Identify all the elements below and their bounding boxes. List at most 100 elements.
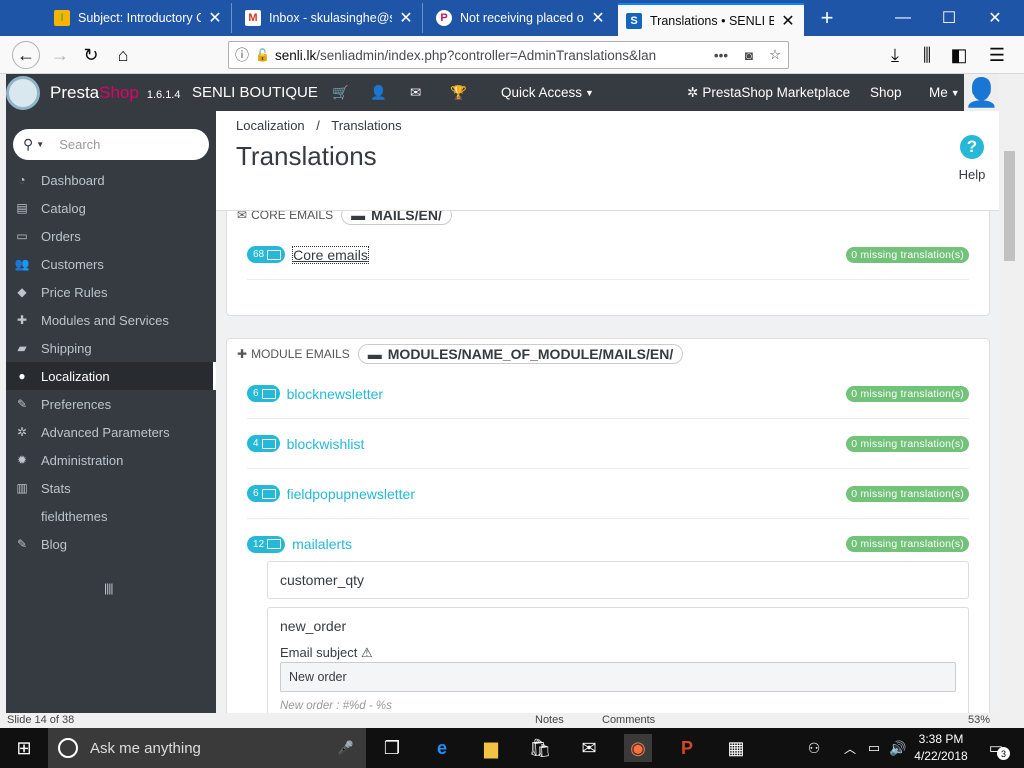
calculator-icon[interactable]: ▦ bbox=[722, 734, 750, 762]
library-icon[interactable]: ⫼ bbox=[913, 41, 941, 69]
email-subject-input[interactable]: New order bbox=[280, 662, 956, 692]
powerpoint-icon[interactable]: P bbox=[673, 734, 701, 762]
page-title: Translations bbox=[236, 141, 377, 171]
sidebar-item-administration[interactable]: ✹ Administration bbox=[6, 446, 216, 474]
edge-icon[interactable]: e bbox=[428, 734, 456, 762]
close-tab-icon[interactable]: ✕ bbox=[207, 8, 223, 28]
people-icon[interactable]: ⚇ bbox=[800, 734, 828, 762]
collapse-sidebar-icon[interactable]: |||| bbox=[104, 581, 114, 595]
sidebar-toggle-icon[interactable]: ◧ bbox=[945, 41, 973, 69]
address-bar[interactable]: ⓘ 🔓 senli.lk/senliadmin/index.php?contro… bbox=[228, 41, 789, 69]
template-panel[interactable]: customer_qty bbox=[267, 561, 969, 599]
avatar[interactable]: 👤 bbox=[964, 74, 999, 111]
store-icon[interactable]: 🛍 bbox=[526, 734, 554, 762]
sidebar-item-label: Price Rules bbox=[41, 284, 108, 300]
folder-icon: ▬ bbox=[367, 346, 382, 362]
quick-access-menu[interactable]: Quick Access ▼ bbox=[501, 74, 594, 111]
template-panel: new_order Email subject ⚠ New order New … bbox=[267, 607, 969, 713]
sidebar-search[interactable]: ⚲ ▼ Search bbox=[13, 129, 209, 160]
slide-counter: Slide 14 of 38 bbox=[7, 714, 75, 726]
page-scrollbar[interactable] bbox=[1001, 111, 1018, 713]
module-link[interactable]: fieldpopupnewsletter bbox=[287, 486, 415, 502]
module-link[interactable]: blockwishlist bbox=[287, 436, 365, 452]
file-explorer-icon[interactable]: ▆ bbox=[477, 734, 505, 762]
sidebar-item-catalog[interactable]: ▤ Catalog bbox=[6, 194, 216, 222]
home-button[interactable]: ⌂ bbox=[109, 41, 137, 69]
maximize-button[interactable]: ☐ bbox=[926, 0, 972, 36]
info-icon[interactable]: ⓘ bbox=[229, 45, 255, 65]
sidebar-item-blog[interactable]: ✎ Blog bbox=[6, 530, 216, 558]
sidebar-item-localization[interactable]: ● Localization bbox=[6, 362, 216, 390]
search-input[interactable]: Search bbox=[59, 137, 100, 152]
close-tab-icon[interactable]: ✕ bbox=[398, 8, 414, 28]
browser-nav-bar: ← → ↻ ⌂ ⓘ 🔓 senli.lk/senliadmin/index.ph… bbox=[0, 36, 1024, 74]
question-icon: ? bbox=[960, 135, 984, 159]
sidebar-item-advanced-parameters[interactable]: ✲ Advanced Parameters bbox=[6, 418, 216, 446]
clock[interactable]: 3:38 PM 4/22/2018 bbox=[912, 731, 970, 765]
browser-tab-active[interactable]: S Translations • SENLI BOU ✕ bbox=[618, 3, 804, 36]
core-emails-link[interactable]: Core emails bbox=[292, 245, 369, 264]
envelope-icon[interactable]: ✉ bbox=[410, 74, 421, 111]
pocket-icon[interactable]: ◙ bbox=[736, 48, 762, 63]
firefox-icon[interactable]: ◉ bbox=[624, 734, 652, 762]
shop-name[interactable]: SENLI BOUTIQUE bbox=[192, 74, 318, 111]
sidebar-item-fieldthemes[interactable]: fieldthemes bbox=[6, 502, 216, 530]
module-link[interactable]: blocknewsletter bbox=[287, 386, 384, 402]
marketplace-label: PrestaShop Marketplace bbox=[702, 85, 851, 100]
clock-date: 4/22/2018 bbox=[914, 749, 968, 763]
sidebar-item-preferences[interactable]: ✎ Preferences bbox=[6, 390, 216, 418]
quick-access-label: Quick Access bbox=[501, 85, 583, 100]
sidebar-item-price-rules[interactable]: ◆ Price Rules bbox=[6, 278, 216, 306]
sidebar-item-dashboard[interactable]: ◔ Dashboard bbox=[6, 166, 216, 194]
prestashop-logo[interactable]: PrestaShop 1.6.1.4 bbox=[6, 74, 180, 111]
new-tab-button[interactable]: + bbox=[804, 0, 850, 36]
sidebar-item-stats[interactable]: ▥ Stats bbox=[6, 474, 216, 502]
volume-icon[interactable]: 🔊 bbox=[884, 734, 912, 762]
trophy-icon[interactable]: 🏆 bbox=[450, 74, 467, 111]
minimize-button[interactable]: — bbox=[880, 0, 926, 36]
me-menu[interactable]: Me ▼ bbox=[929, 74, 960, 111]
insecure-lock-icon[interactable]: 🔓 bbox=[255, 48, 275, 62]
menu-icon[interactable]: ☰ bbox=[983, 41, 1011, 69]
orders-icon: ▭ bbox=[16, 229, 28, 243]
dashboard-icon: ◔ bbox=[18, 173, 26, 187]
bookmark-star-icon[interactable]: ☆ bbox=[762, 47, 788, 63]
help-button[interactable]: ? Help bbox=[947, 135, 997, 182]
windows-start-icon[interactable]: ⊞ bbox=[10, 734, 38, 762]
cart-icon[interactable]: 🛒 bbox=[332, 74, 349, 111]
task-view-icon[interactable]: ❐ bbox=[378, 734, 406, 762]
notes-button[interactable]: Notes bbox=[535, 714, 564, 726]
browser-tab[interactable]: M Inbox - skulasinghe@sen ✕ bbox=[237, 3, 423, 33]
module-link[interactable]: mailalerts bbox=[292, 536, 352, 552]
browser-tab[interactable]: I Subject: Introductory Co ✕ bbox=[46, 3, 232, 33]
sidebar-item-modules[interactable]: ✚ Modules and Services bbox=[6, 306, 216, 334]
close-window-button[interactable]: ✕ bbox=[972, 0, 1018, 36]
subject-preview: New order : #%d - %s bbox=[280, 700, 392, 712]
download-icon[interactable]: ⤓ bbox=[881, 41, 909, 69]
reload-button[interactable]: ↻ bbox=[77, 41, 105, 69]
comments-button[interactable]: Comments bbox=[602, 714, 655, 726]
forward-button[interactable]: → bbox=[46, 41, 74, 69]
action-center-icon[interactable]: ▭ 3 bbox=[982, 734, 1010, 762]
page-actions-icon[interactable]: ••• bbox=[706, 48, 736, 63]
sidebar-item-orders[interactable]: ▭ Orders bbox=[6, 222, 216, 250]
mail-row: 6 fieldpopupnewsletter 0 missing transla… bbox=[247, 469, 969, 519]
mail-icon[interactable]: ✉ bbox=[575, 734, 603, 762]
user-icon[interactable]: 👤 bbox=[370, 74, 387, 111]
sidebar-item-customers[interactable]: 👥 Customers bbox=[6, 250, 216, 278]
marketplace-link[interactable]: ✲ PrestaShop Marketplace bbox=[687, 74, 850, 111]
shop-link[interactable]: Shop bbox=[870, 74, 902, 111]
zoom-level[interactable]: 53% bbox=[968, 714, 990, 726]
close-tab-icon[interactable]: ✕ bbox=[590, 8, 606, 28]
breadcrumb-item[interactable]: Localization bbox=[236, 118, 305, 133]
mail-row: 6 blocknewsletter 0 missing translation(… bbox=[247, 369, 969, 419]
customers-icon: 👥 bbox=[14, 257, 30, 271]
browser-tab[interactable]: P Not receiving placed ord ✕ bbox=[428, 3, 614, 33]
close-tab-icon[interactable]: ✕ bbox=[780, 11, 796, 31]
microphone-icon[interactable]: 🎤 bbox=[338, 740, 354, 756]
scrollbar-thumb[interactable] bbox=[1004, 151, 1015, 261]
back-button[interactable]: ← bbox=[12, 41, 40, 69]
gear-icon: ✹ bbox=[16, 453, 28, 467]
cortana-search[interactable]: Ask me anything 🎤 bbox=[48, 728, 366, 768]
sidebar-item-shipping[interactable]: ▰ Shipping bbox=[6, 334, 216, 362]
